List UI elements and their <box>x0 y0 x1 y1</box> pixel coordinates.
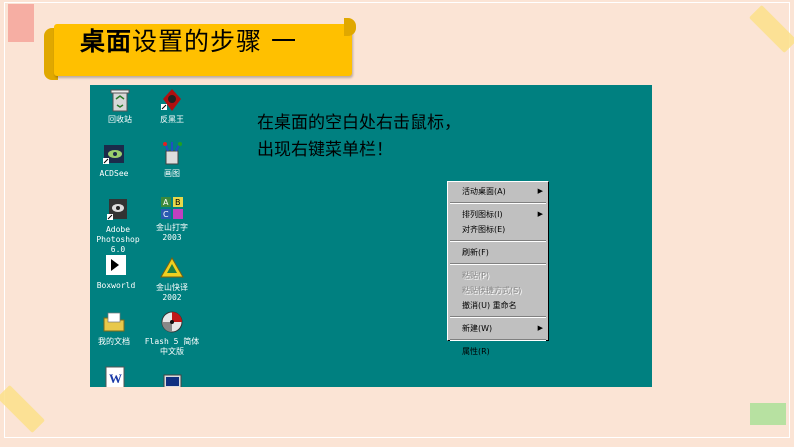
menu-item-active-desktop[interactable]: 活动桌面(A) ▶ <box>448 184 548 199</box>
submenu-arrow-icon: ▶ <box>537 324 543 332</box>
desktop-icon-label: 金山快译 2002 <box>156 283 188 302</box>
menu-item-paste-shortcut: 粘贴快捷方式(S) <box>448 283 548 298</box>
flash-icon <box>159 309 185 335</box>
desktop-icon-label: Boxworld <box>96 281 136 290</box>
desktop-icon-paint[interactable]: 画图 <box>142 141 202 179</box>
desktop-icon-boxworld[interactable]: Boxworld <box>90 253 146 291</box>
menu-item-label: 粘贴(P) <box>462 271 490 280</box>
kuaiyi-icon <box>159 255 185 281</box>
desktop-icon-antivirus[interactable]: 反黑王 <box>142 87 202 125</box>
photoshop-icon <box>105 197 131 223</box>
menu-item-label: 粘贴快捷方式(S) <box>462 286 522 295</box>
desktop-icon-label: 我的文档 <box>98 337 130 346</box>
menu-separator <box>450 316 546 318</box>
desktop-icon-kuaiyi[interactable]: 金山快译 2002 <box>142 255 202 303</box>
instruction-line-2: 出现右键菜单栏！ <box>257 140 393 160</box>
desktop-icon-label: ACDSee <box>99 169 129 178</box>
my-documents-icon <box>101 309 127 335</box>
tape-bottom-left <box>0 384 46 434</box>
desktop-icon-word[interactable]: W <box>90 365 144 387</box>
slide-frame-top <box>4 2 790 3</box>
svg-text:C: C <box>163 210 169 219</box>
context-menu: 活动桌面(A) ▶ 排列图标(I) ▶ 对齐图标(E) 刷新(F) 粘贴(P) … <box>447 181 549 356</box>
desktop-icon-computer[interactable] <box>142 369 202 387</box>
instruction-line-1: 在桌面的空白处右击鼠标， <box>257 113 461 133</box>
submenu-arrow-icon: ▶ <box>537 210 543 218</box>
tape-top-right <box>748 4 794 54</box>
acdsee-icon <box>101 141 127 167</box>
menu-item-label: 活动桌面(A) <box>462 187 506 196</box>
desktop-icon-typing-tutor[interactable]: ABC 金山打字 2003 <box>142 195 202 243</box>
svg-text:W: W <box>109 371 122 386</box>
menu-item-undo-rename[interactable]: 撤消(U) 重命名 <box>448 298 548 313</box>
windows-desktop[interactable]: 回收站 ACDSee Adobe Photoshop 6.0 Boxworld … <box>90 85 652 387</box>
computer-icon <box>159 369 185 387</box>
menu-item-arrange-icons[interactable]: 排列图标(I) ▶ <box>448 207 548 222</box>
desktop-icon-label: 金山打字 2003 <box>156 223 188 242</box>
menu-separator <box>450 202 546 204</box>
instruction-text: 在桌面的空白处右击鼠标， 出现右键菜单栏！ <box>257 110 461 164</box>
menu-item-paste: 粘贴(P) <box>448 268 548 283</box>
desktop-icon-recycle-bin[interactable]: 回收站 <box>90 87 150 125</box>
antivirus-icon <box>159 87 185 113</box>
desktop-icon-flash[interactable]: Flash 5 简体 中文版 <box>142 309 202 357</box>
title-bold: 桌面 <box>80 27 133 56</box>
pink-tab-decoration <box>8 4 34 42</box>
desktop-icon-acdsee[interactable]: ACDSee <box>90 141 144 179</box>
menu-item-label: 属性(R) <box>462 347 490 356</box>
menu-item-line-up-icons[interactable]: 对齐图标(E) <box>448 222 548 237</box>
menu-item-label: 排列图标(I) <box>462 210 503 219</box>
menu-item-label: 新建(W) <box>462 324 493 333</box>
paint-icon <box>159 141 185 167</box>
slide-title: 桌面设置的步骤 一 <box>80 22 297 58</box>
menu-separator <box>450 263 546 265</box>
menu-separator <box>450 339 546 341</box>
menu-item-properties[interactable]: 属性(R) <box>448 344 548 359</box>
desktop-icon-label: Flash 5 简体 中文版 <box>144 337 200 356</box>
svg-text:B: B <box>175 198 181 207</box>
menu-separator <box>450 240 546 242</box>
word-icon: W <box>101 365 127 387</box>
svg-text:A: A <box>163 198 169 207</box>
recycle-bin-icon <box>107 87 133 113</box>
desktop-icon-my-documents[interactable]: 我的文档 <box>90 309 144 347</box>
menu-item-label: 刷新(F) <box>462 248 489 257</box>
menu-item-label: 撤消(U) 重命名 <box>462 301 517 310</box>
typing-tutor-icon: ABC <box>159 195 185 221</box>
boxworld-icon <box>103 253 129 279</box>
green-note-decoration <box>750 403 786 425</box>
desktop-icon-label: Adobe Photoshop 6.0 <box>96 225 140 254</box>
slide-frame-bottom <box>4 437 790 438</box>
banner-curl-right <box>344 18 356 36</box>
menu-item-label: 对齐图标(E) <box>462 225 506 234</box>
desktop-icon-photoshop[interactable]: Adobe Photoshop 6.0 <box>90 197 148 255</box>
submenu-arrow-icon: ▶ <box>537 187 543 195</box>
slide-frame-right <box>789 2 790 438</box>
title-rest: 设置的步骤 一 <box>132 27 297 56</box>
slide-frame-left <box>4 2 5 438</box>
menu-item-new[interactable]: 新建(W) ▶ <box>448 321 548 336</box>
desktop-icon-label: 回收站 <box>108 115 132 124</box>
menu-item-refresh[interactable]: 刷新(F) <box>448 245 548 260</box>
desktop-icon-label: 反黑王 <box>160 115 184 124</box>
desktop-icon-label: 画图 <box>164 169 180 178</box>
